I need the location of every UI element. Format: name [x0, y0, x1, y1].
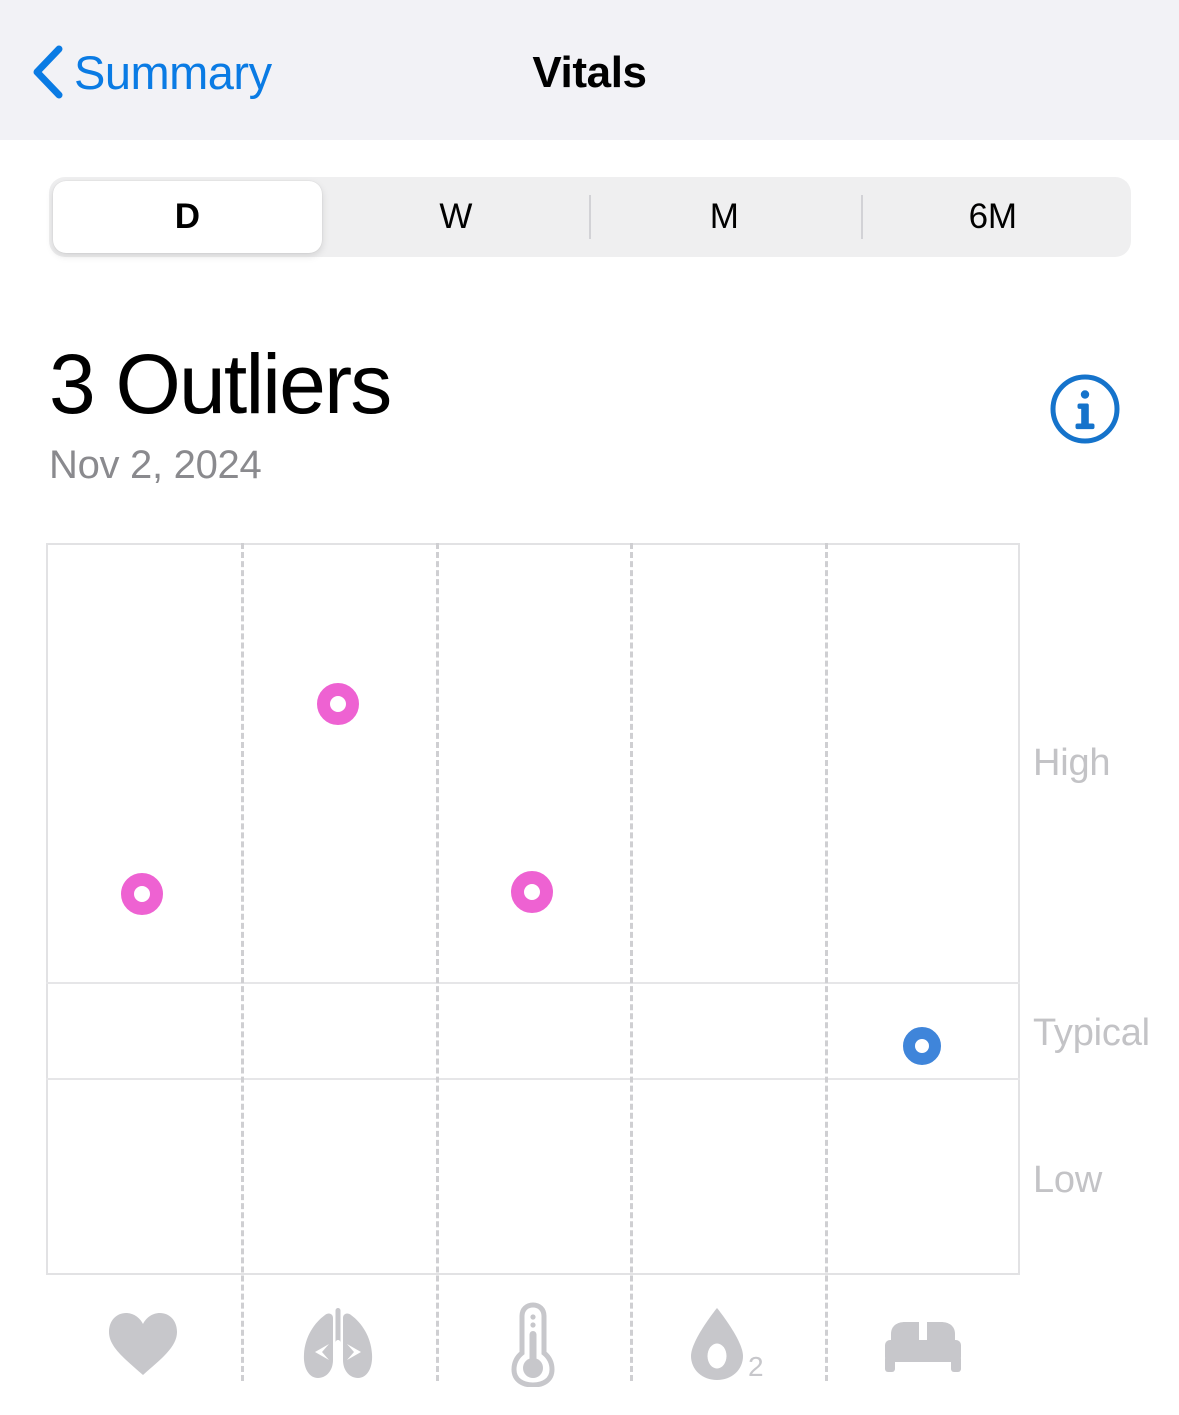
category-icon-blood-oxygen[interactable]: 2 [683, 1299, 773, 1389]
outliers-headline: 3 Outliers [49, 337, 392, 431]
svg-text:2: 2 [748, 1351, 764, 1382]
band-line-high-typical [46, 982, 1020, 984]
thermometer-icon [511, 1302, 555, 1387]
info-button[interactable] [1048, 372, 1122, 446]
segment-option-w[interactable]: W [322, 181, 591, 253]
navigation-bar: Summary Vitals [0, 0, 1179, 140]
segment-option-m[interactable]: M [590, 181, 859, 253]
segment-option-d[interactable]: D [53, 181, 322, 253]
vitals-screen: Summary Vitals D W M 6M 3 Outliers Nov 2… [0, 0, 1179, 1415]
data-point-outlier[interactable] [511, 871, 553, 913]
summary-header: 3 Outliers Nov 2, 2024 [49, 337, 392, 488]
category-gridline [630, 543, 634, 1381]
time-range-segmented-control[interactable]: D W M 6M [49, 177, 1131, 257]
segment-option-6m[interactable]: 6M [859, 181, 1128, 253]
category-icon-body-temperature[interactable] [488, 1299, 578, 1389]
band-label-low: Low [1033, 1159, 1103, 1201]
page-title: Vitals [532, 48, 647, 97]
bed-icon [885, 1322, 961, 1372]
category-icon-sleep[interactable] [878, 1299, 968, 1389]
heart-icon [109, 1313, 177, 1375]
category-gridline [240, 543, 244, 1381]
data-point-typical[interactable] [903, 1027, 941, 1065]
band-label-typical: Typical [1033, 1012, 1150, 1054]
category-icon-row: 2 [46, 1285, 1020, 1405]
category-gridline [825, 543, 829, 1381]
data-point-outlier[interactable] [121, 873, 163, 915]
category-icon-respiratory-rate[interactable] [293, 1299, 383, 1389]
band-line-typical-low [46, 1078, 1020, 1080]
category-gridline [435, 543, 439, 1381]
lungs-icon [303, 1308, 373, 1378]
data-point-outlier[interactable] [317, 683, 359, 725]
summary-date: Nov 2, 2024 [49, 443, 262, 488]
vitals-scatter-chart [46, 543, 1020, 1381]
category-icon-heart-rate[interactable] [98, 1299, 188, 1389]
blood-oxygen-icon: 2 [691, 1308, 764, 1382]
info-circle-icon [1050, 374, 1120, 444]
band-label-high: High [1033, 742, 1111, 784]
